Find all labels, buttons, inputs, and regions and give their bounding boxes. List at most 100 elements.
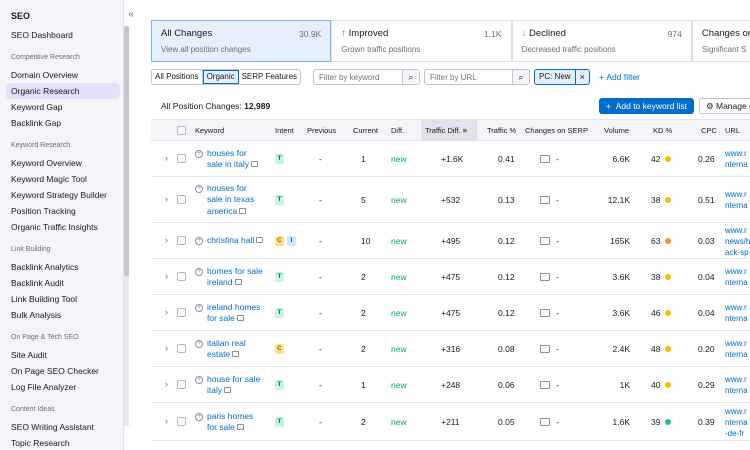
sidebar-item-log-file-analyzer[interactable]: Log File Analyzer <box>6 379 120 395</box>
sidebar-item-organic-traffic-insights[interactable]: Organic Traffic Insights <box>6 219 120 235</box>
col-previous[interactable]: Previous <box>307 120 336 141</box>
url-link[interactable]: www.r nterna <box>725 148 750 170</box>
url-filter-input[interactable] <box>425 70 513 84</box>
segment-all-positions[interactable]: All Positions <box>152 70 203 84</box>
add-keyword-icon[interactable]: + <box>195 303 203 312</box>
col-traffic-diff[interactable]: Traffic Diff. ≡ <box>421 120 477 141</box>
expand-row-chevron-icon[interactable]: › <box>165 235 168 245</box>
sidebar-item-link-building-tool[interactable]: Link Building Tool <box>6 291 120 307</box>
url-link[interactable]: www.r nterna <box>725 374 750 396</box>
col-kd[interactable]: KD % <box>653 120 672 141</box>
serp-features-icon[interactable] <box>540 418 550 426</box>
serp-snapshot-icon[interactable] <box>232 351 240 357</box>
expand-row-chevron-icon[interactable]: › <box>165 271 168 281</box>
expand-row-chevron-icon[interactable]: › <box>165 194 168 204</box>
keyword-link[interactable]: paris homes for sale <box>207 411 271 434</box>
card-declined[interactable]: ↓ Declined Decreased traffic positions 9… <box>511 20 692 62</box>
expand-row-chevron-icon[interactable]: › <box>165 343 168 353</box>
sidebar-item-backlink-gap[interactable]: Backlink Gap <box>6 115 120 131</box>
scrollbar-thumb[interactable] <box>124 26 129 276</box>
keyword-link[interactable]: house for sale italy <box>207 374 271 397</box>
pc-new-filter-chip[interactable]: PC: New × <box>534 69 590 85</box>
serp-snapshot-icon[interactable] <box>236 315 244 321</box>
row-checkbox[interactable] <box>177 380 186 389</box>
add-keyword-icon[interactable]: + <box>195 149 203 158</box>
url-link[interactable]: www.r nterna <box>725 338 750 360</box>
keyword-link[interactable]: ireland homes for sale <box>207 302 271 325</box>
add-keyword-icon[interactable]: + <box>195 237 203 246</box>
serp-features-icon[interactable] <box>540 381 550 389</box>
col-changes-on-serp[interactable]: Changes on SERP <box>525 120 588 141</box>
serp-features-icon[interactable] <box>540 237 550 245</box>
keyword-link[interactable]: houses for sale in italy <box>207 148 271 171</box>
sidebar-item-keyword-gap[interactable]: Keyword Gap <box>6 99 120 115</box>
row-checkbox[interactable] <box>177 272 186 281</box>
add-keyword-icon[interactable]: + <box>195 375 203 384</box>
sidebar-item-domain-overview[interactable]: Domain Overview <box>6 67 120 83</box>
sidebar-item-backlink-analytics[interactable]: Backlink Analytics <box>6 259 120 275</box>
keyword-link[interactable]: christina hall <box>207 235 271 247</box>
keyword-filter-input[interactable] <box>314 70 402 84</box>
search-icon[interactable]: ⌕ <box>402 70 419 84</box>
sidebar-item-keyword-strategy-builder[interactable]: Keyword Strategy Builder <box>6 187 120 203</box>
sidebar-item-backlink-audit[interactable]: Backlink Audit <box>6 275 120 291</box>
url-link[interactable]: www.r nterna <box>725 189 750 211</box>
expand-row-chevron-icon[interactable]: › <box>165 153 168 163</box>
collapse-sidebar-button[interactable]: « <box>124 8 138 22</box>
sidebar-item-bulk-analysis[interactable]: Bulk Analysis <box>6 307 120 323</box>
segment-serp-features[interactable]: SERP Features <box>239 70 300 84</box>
col-current[interactable]: Current <box>353 120 378 141</box>
col-cpc[interactable]: CPC <box>701 120 717 141</box>
card-changes-on-serp[interactable]: Changes on Significant S <box>691 20 750 62</box>
sidebar-item-topic-research[interactable]: Topic Research <box>6 435 120 450</box>
col-traffic-pct[interactable]: Traffic % <box>487 120 516 141</box>
manage-columns-button[interactable]: ⚙ Manage c <box>699 98 750 114</box>
serp-features-icon[interactable] <box>540 196 550 204</box>
add-keyword-icon[interactable]: + <box>195 412 203 421</box>
keyword-link[interactable]: italian real estate <box>207 338 271 361</box>
serp-features-icon[interactable] <box>540 345 550 353</box>
keyword-link[interactable]: houses for sale in texas america <box>207 183 271 218</box>
col-diff[interactable]: Diff. <box>391 120 404 141</box>
serp-snapshot-icon[interactable] <box>239 207 247 214</box>
expand-row-chevron-icon[interactable]: › <box>165 379 168 389</box>
col-url[interactable]: URL <box>725 120 740 141</box>
segment-organic[interactable]: Organic <box>202 70 239 84</box>
row-checkbox[interactable] <box>177 195 186 204</box>
search-icon[interactable]: ⌕ <box>512 70 529 84</box>
sidebar-item-site-audit[interactable]: Site Audit <box>6 347 120 363</box>
row-checkbox[interactable] <box>177 308 186 317</box>
row-checkbox[interactable] <box>177 236 186 245</box>
sidebar-item-seo-writing-assistant[interactable]: SEO Writing Assistant <box>6 419 120 435</box>
expand-row-chevron-icon[interactable]: › <box>165 307 168 317</box>
serp-snapshot-icon[interactable] <box>224 387 232 393</box>
sidebar-item-position-tracking[interactable]: Position Tracking <box>6 203 120 219</box>
add-filter-button[interactable]: + Add filter <box>599 69 640 85</box>
url-link[interactable]: www.r news/h ack-sp <box>725 225 750 258</box>
col-volume[interactable]: Volume <box>604 120 629 141</box>
url-link[interactable]: www.r nterna -de-fr <box>725 406 750 439</box>
serp-features-icon[interactable] <box>540 273 550 281</box>
sidebar-item-organic-research[interactable]: Organic Research <box>6 83 120 99</box>
sidebar-item-keyword-overview[interactable]: Keyword Overview <box>6 155 120 171</box>
serp-snapshot-icon[interactable] <box>236 424 244 430</box>
close-icon[interactable]: × <box>574 70 589 84</box>
add-keyword-icon[interactable]: + <box>195 184 203 193</box>
row-checkbox[interactable] <box>177 154 186 163</box>
serp-snapshot-icon[interactable] <box>256 237 264 244</box>
add-keyword-icon[interactable]: + <box>195 339 203 348</box>
sidebar-item-on-page-seo-checker[interactable]: On Page SEO Checker <box>6 363 120 379</box>
serp-features-icon[interactable] <box>540 155 550 163</box>
url-link[interactable]: www.r nterna <box>725 266 750 288</box>
serp-snapshot-icon[interactable] <box>234 279 242 285</box>
serp-features-icon[interactable] <box>540 309 550 317</box>
sidebar-item-keyword-magic-tool[interactable]: Keyword Magic Tool <box>6 171 120 187</box>
url-link[interactable]: www.r nterna <box>725 302 750 324</box>
add-to-keyword-list-button[interactable]: + Add to keyword list <box>599 98 695 114</box>
card-improved[interactable]: ↑ Improved Grown traffic positions 1.1K <box>331 20 512 62</box>
row-checkbox[interactable] <box>177 344 186 353</box>
sidebar-scrollbar[interactable] <box>124 26 129 426</box>
sidebar-item-seo-dashboard[interactable]: SEO Dashboard <box>11 30 73 40</box>
select-all-checkbox[interactable] <box>177 126 186 135</box>
expand-row-chevron-icon[interactable]: › <box>165 416 168 426</box>
